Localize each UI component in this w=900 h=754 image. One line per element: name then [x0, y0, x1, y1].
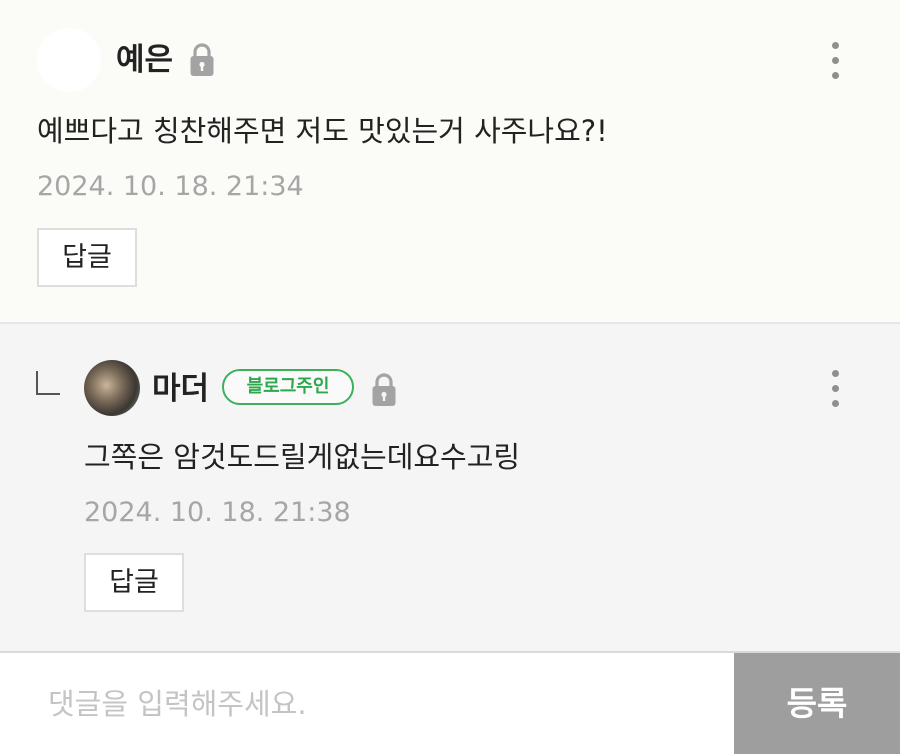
reply-button[interactable]: 답글: [37, 228, 137, 287]
submit-button[interactable]: 등록: [734, 653, 900, 754]
comment-input-bar: 등록: [0, 651, 900, 754]
avatar[interactable]: [37, 28, 101, 92]
comment-text: 그쪽은 암것도드릴게없는데요수고링: [84, 440, 521, 474]
avatar[interactable]: [84, 360, 140, 416]
owner-badge: 블로그주인: [222, 369, 354, 405]
reply-arrow-icon: [36, 371, 60, 395]
comment-timestamp: 2024. 10. 18. 21:34: [37, 171, 304, 202]
lock-icon: [189, 42, 215, 78]
reply-button[interactable]: 답글: [84, 553, 184, 612]
comment-section: 예은 예쁘다고 칭찬해주면 저도 맛있는거 사주나요?! 2024. 10. 1…: [0, 0, 900, 754]
comment-input[interactable]: [0, 653, 734, 754]
comment-item: 예은 예쁘다고 칭찬해주면 저도 맛있는거 사주나요?! 2024. 10. 1…: [0, 0, 900, 322]
more-vertical-icon[interactable]: [825, 370, 845, 414]
reply-item: 마더 블로그주인 그쪽은 암것도드릴게없는데요수고링 2024. 10. 18.…: [0, 324, 900, 651]
comment-author[interactable]: 마더: [152, 367, 209, 411]
comment-text: 예쁘다고 칭찬해주면 저도 맛있는거 사주나요?!: [37, 114, 608, 148]
lock-icon: [371, 372, 397, 408]
comment-author[interactable]: 예은: [116, 38, 173, 82]
comment-timestamp: 2024. 10. 18. 21:38: [84, 497, 351, 528]
more-vertical-icon[interactable]: [825, 42, 845, 86]
